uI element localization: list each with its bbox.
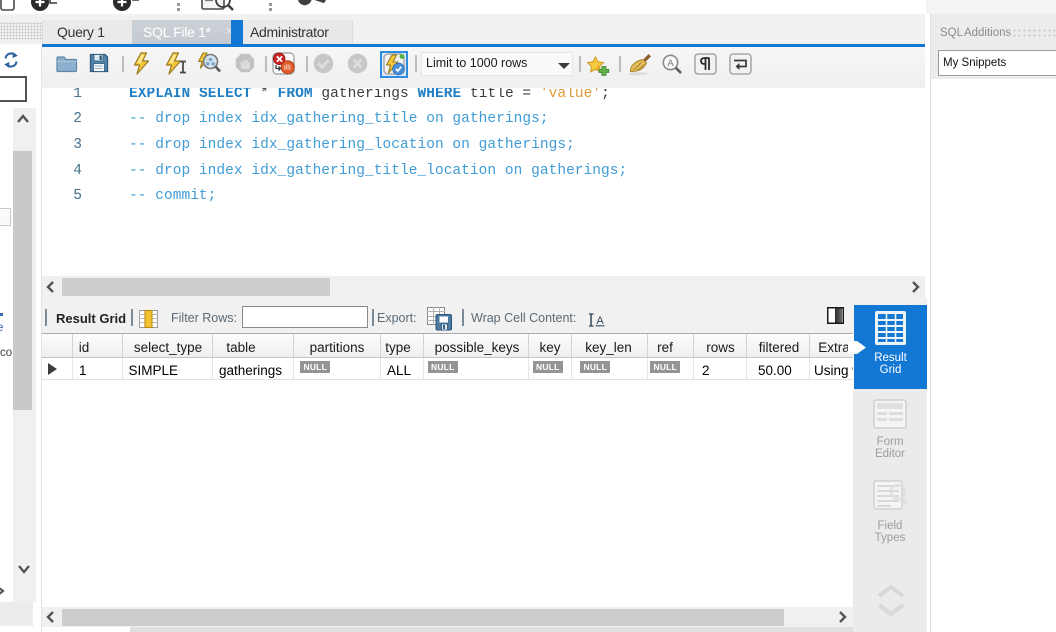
svg-text:A: A [667,58,674,69]
svg-text:A: A [596,315,604,327]
